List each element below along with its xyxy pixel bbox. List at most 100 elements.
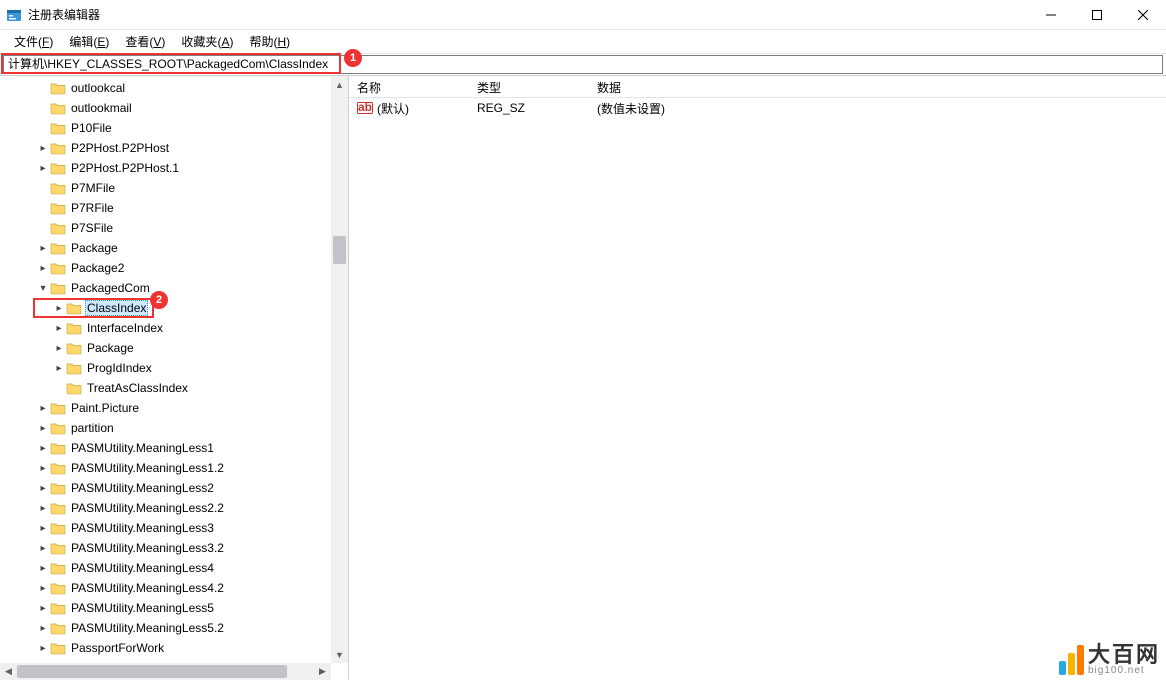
expand-icon[interactable]: ▸: [52, 343, 66, 354]
tree-node[interactable]: ▸ProgIdIndex: [0, 358, 331, 378]
tree-pane: outlookcaloutlookmail P10File ▸P2PHost.P2P…: [0, 76, 349, 680]
tree-node-label: Package: [85, 341, 136, 355]
tree-node[interactable]: P7RFile: [0, 198, 331, 218]
menu-favorites[interactable]: 收藏夹(A): [173, 30, 241, 53]
tree-node-label: PASMUtility.MeaningLess5: [69, 601, 216, 615]
tree-node[interactable]: ▸PassportForWork: [0, 638, 331, 658]
column-name[interactable]: 名称: [349, 76, 469, 97]
tree-vertical-scrollbar[interactable]: ▲ ▼: [331, 76, 348, 663]
tree-node-label: P7SFile: [69, 221, 115, 235]
tree-node-label: PASMUtility.MeaningLess1: [69, 441, 216, 455]
watermark-logo: 大百网 big100.net: [1059, 644, 1160, 676]
menu-file[interactable]: 文件(F): [6, 30, 61, 53]
tree-node-label: PackagedCom: [69, 281, 152, 295]
expand-icon[interactable]: ▸: [36, 503, 50, 514]
title-bar: 注册表编辑器: [0, 0, 1166, 30]
expand-icon[interactable]: ▸: [36, 603, 50, 614]
tree-node[interactable]: outlookcal: [0, 78, 331, 98]
tree-node-label: P10File: [69, 121, 114, 135]
tree-node-label: PASMUtility.MeaningLess5.2: [69, 621, 226, 635]
tree-node-label: P7RFile: [69, 201, 116, 215]
expand-icon[interactable]: ▸: [36, 483, 50, 494]
tree-node-label: TreatAsClassIndex: [85, 381, 190, 395]
tree-node[interactable]: ▸P2PHost.P2PHost.1: [0, 158, 331, 178]
tree-node[interactable]: ▸PASMUtility.MeaningLess3: [0, 518, 331, 538]
expand-icon[interactable]: ▸: [36, 523, 50, 534]
expand-icon[interactable]: ▸: [52, 363, 66, 374]
tree-node-label: PASMUtility.MeaningLess4.2: [69, 581, 226, 595]
tree-node[interactable]: ▸ partition: [0, 418, 331, 438]
expand-icon[interactable]: ▸: [36, 623, 50, 634]
address-bar-container: 计算机\HKEY_CLASSES_ROOT\PackagedCom\ClassI…: [0, 54, 1166, 76]
expand-icon[interactable]: ▸: [36, 263, 50, 274]
menu-edit[interactable]: 编辑(E): [61, 30, 117, 53]
expand-icon[interactable]: ▾: [36, 283, 50, 294]
tree-node[interactable]: ▸PASMUtility.MeaningLess2.2: [0, 498, 331, 518]
tree-node[interactable]: ▸ PASMUtility.MeaningLess1: [0, 438, 331, 458]
tree-node[interactable]: ▸Package: [0, 238, 331, 258]
tree-node[interactable]: ▸ Package: [0, 338, 331, 358]
menu-help[interactable]: 帮助(H): [241, 30, 298, 53]
scroll-down-icon[interactable]: ▼: [331, 646, 348, 663]
expand-icon[interactable]: ▸: [36, 563, 50, 574]
menu-view[interactable]: 查看(V): [117, 30, 173, 53]
tree-node[interactable]: ▸P2PHost.P2PHost: [0, 138, 331, 158]
expand-icon[interactable]: ▸: [36, 423, 50, 434]
tree-node[interactable]: ▸ PASMUtility.MeaningLess5: [0, 598, 331, 618]
expand-icon[interactable]: ▸: [36, 543, 50, 554]
expand-icon[interactable]: ▸: [36, 463, 50, 474]
expand-icon[interactable]: ▸: [36, 583, 50, 594]
tree-node[interactable]: TreatAsClassIndex: [0, 378, 331, 398]
menu-bar: 文件(F) 编辑(E) 查看(V) 收藏夹(A) 帮助(H): [0, 30, 1166, 54]
tree-node-label: partition: [69, 421, 116, 435]
address-input[interactable]: 计算机\HKEY_CLASSES_ROOT\PackagedCom\ClassI…: [3, 55, 1163, 74]
expand-icon[interactable]: ▸: [52, 323, 66, 334]
expand-icon[interactable]: ▸: [36, 443, 50, 454]
values-pane: 名称 类型 数据 ab(默认)REG_SZ(数值未设置): [349, 76, 1166, 680]
value-name: (默认): [377, 100, 409, 117]
column-data[interactable]: 数据: [589, 76, 889, 97]
tree-node[interactable]: ▸PASMUtility.MeaningLess2: [0, 478, 331, 498]
expand-icon[interactable]: ▸: [52, 303, 66, 314]
registry-tree[interactable]: outlookcaloutlookmail P10File ▸P2PHost.P2P…: [0, 76, 331, 658]
tree-node-label: InterfaceIndex: [85, 321, 165, 335]
scroll-thumb[interactable]: [333, 236, 346, 264]
scroll-thumb-h[interactable]: [17, 665, 287, 678]
tree-node-label: PASMUtility.MeaningLess1.2: [69, 461, 226, 475]
main-split: outlookcaloutlookmail P10File ▸P2PHost.P2P…: [0, 76, 1166, 680]
expand-icon[interactable]: ▸: [36, 143, 50, 154]
tree-node[interactable]: ▸ PASMUtility.MeaningLess4.2: [0, 578, 331, 598]
tree-node[interactable]: ▸PASMUtility.MeaningLess3.2: [0, 538, 331, 558]
values-list[interactable]: ab(默认)REG_SZ(数值未设置): [349, 98, 1166, 118]
scroll-up-icon[interactable]: ▲: [331, 76, 348, 93]
expand-icon[interactable]: ▸: [36, 643, 50, 654]
tree-node-label: P7MFile: [69, 181, 117, 195]
tree-node-label: ClassIndex: [85, 300, 148, 316]
window-title: 注册表编辑器: [28, 6, 100, 23]
maximize-button[interactable]: [1074, 0, 1120, 30]
expand-icon[interactable]: ▸: [36, 403, 50, 414]
tree-node[interactable]: outlookmail: [0, 98, 331, 118]
tree-node[interactable]: ▸Package2: [0, 258, 331, 278]
watermark-text-en: big100.net: [1088, 666, 1160, 676]
tree-node[interactable]: ▸ InterfaceIndex: [0, 318, 331, 338]
tree-horizontal-scrollbar[interactable]: ◀ ▶: [0, 663, 331, 680]
tree-node[interactable]: P7MFile: [0, 178, 331, 198]
tree-node[interactable]: ▸ PASMUtility.MeaningLess4: [0, 558, 331, 578]
tree-node[interactable]: P10File: [0, 118, 331, 138]
tree-node[interactable]: ▸ PASMUtility.MeaningLess5.2: [0, 618, 331, 638]
value-row[interactable]: ab(默认)REG_SZ(数值未设置): [349, 98, 1166, 118]
tree-node[interactable]: ▸Paint.Picture: [0, 398, 331, 418]
value-type: REG_SZ: [477, 101, 525, 115]
values-header[interactable]: 名称 类型 数据: [349, 76, 1166, 98]
tree-node[interactable]: P7SFile: [0, 218, 331, 238]
column-type[interactable]: 类型: [469, 76, 589, 97]
close-button[interactable]: [1120, 0, 1166, 30]
expand-icon[interactable]: ▸: [36, 163, 50, 174]
scroll-left-icon[interactable]: ◀: [0, 663, 17, 680]
minimize-button[interactable]: [1028, 0, 1074, 30]
scroll-right-icon[interactable]: ▶: [314, 663, 331, 680]
tree-node-label: PASMUtility.MeaningLess4: [69, 561, 216, 575]
expand-icon[interactable]: ▸: [36, 243, 50, 254]
tree-node[interactable]: ▸ PASMUtility.MeaningLess1.2: [0, 458, 331, 478]
